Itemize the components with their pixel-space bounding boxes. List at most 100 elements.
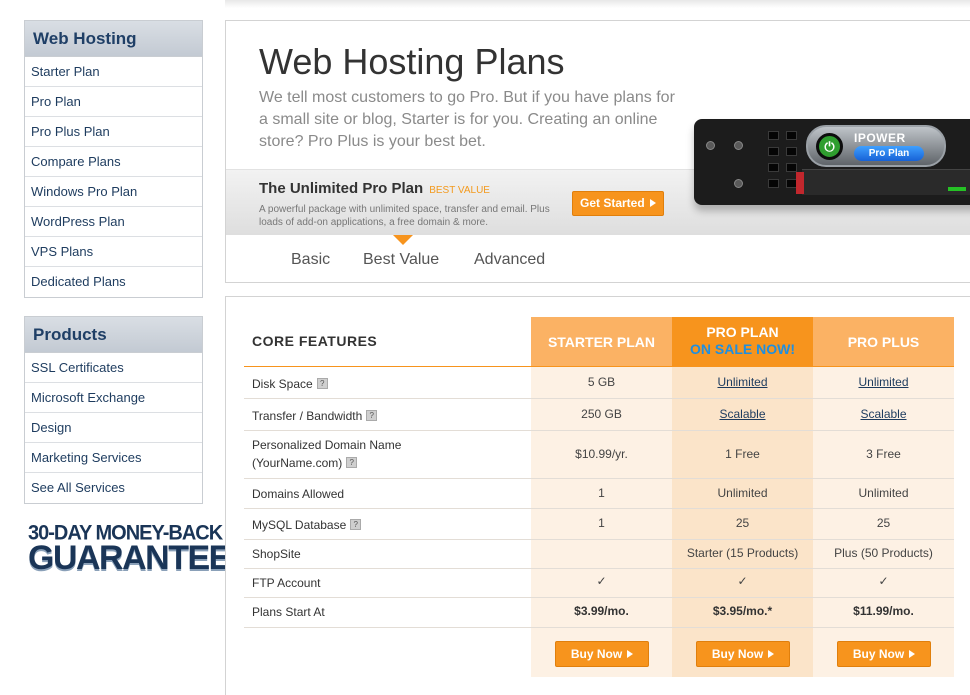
guarantee-line-1: 30-DAY MONEY-BACK	[28, 521, 223, 545]
best-value-tag: BEST VALUE	[429, 185, 490, 196]
cell-pro-link[interactable]: Unlimited	[672, 375, 813, 389]
get-started-button[interactable]: Get Started	[572, 191, 664, 216]
buy-now-pro-plus-button[interactable]: Buy Now	[837, 641, 931, 667]
top-shadow	[225, 0, 970, 8]
server-drive-bay	[796, 169, 970, 195]
table-row-domains-allowed: Domains Allowed 1 Unlimited Unlimited	[244, 479, 954, 509]
buy-now-pro-button[interactable]: Buy Now	[696, 641, 790, 667]
sidebar-item-microsoft-exchange[interactable]: Microsoft Exchange	[25, 383, 202, 413]
sidebar-item-vps-plans[interactable]: VPS Plans	[25, 237, 202, 267]
power-icon: ⏻	[816, 133, 843, 160]
checkmark-icon: ✓	[878, 574, 889, 588]
sidebar-item-wordpress-plan[interactable]: WordPress Plan	[25, 207, 202, 237]
cell-pro-plus: Plus (50 Products)	[834, 546, 933, 560]
table-row-mysql-database: MySQL Database? 1 25 25	[244, 509, 954, 540]
checkmark-icon: ✓	[737, 574, 748, 588]
price-pro-plus: $11.99/mo.	[853, 604, 914, 618]
sidebar-web-hosting: Web Hosting Starter Plan Pro Plan Pro Pl…	[24, 20, 203, 298]
sidebar-item-windows-pro-plan[interactable]: Windows Pro Plan	[25, 177, 202, 207]
cell-pro-link[interactable]: Scalable	[672, 407, 813, 421]
cell-starter: 5 GB	[587, 375, 616, 389]
cell-pro-plus-link[interactable]: Scalable	[813, 407, 954, 421]
get-started-label: Get Started	[580, 196, 645, 210]
screw-icon	[734, 141, 743, 150]
active-tab-pointer-icon	[393, 235, 413, 245]
price-pro: $3.95/mo.*	[712, 604, 773, 618]
feature-label: Transfer / Bandwidth?	[252, 407, 378, 425]
table-row-domain-name: Personalized Domain Name (YourName.com)?…	[244, 431, 954, 479]
cell-pro: 1 Free	[725, 447, 760, 461]
led-icon	[948, 187, 966, 191]
feature-label: Disk Space?	[252, 375, 328, 393]
column-header-pro: PRO PLAN ON SALE NOW!	[672, 317, 813, 367]
column-header-pro-plus: PRO PLUS	[813, 317, 954, 367]
feature-label: Plans Start At	[252, 605, 325, 619]
table-row-plans-start-at: Plans Start At $3.99/mo. $3.95/mo.* $11.…	[244, 598, 954, 628]
featured-plan-description: A powerful package with unlimited space,…	[259, 204, 550, 228]
price-starter: $3.99/mo.	[574, 604, 629, 618]
help-icon[interactable]: ?	[316, 378, 328, 389]
arrow-right-icon	[627, 650, 634, 658]
server-plan-label: Pro Plan	[854, 146, 924, 161]
sidebar-item-design[interactable]: Design	[25, 413, 202, 443]
cell-pro-plus: 3 Free	[866, 447, 901, 461]
featured-plan-name: The Unlimited Pro Plan	[259, 180, 424, 197]
cell-starter: 1	[598, 486, 605, 500]
sidebar-item-marketing-services[interactable]: Marketing Services	[25, 443, 202, 473]
tab-basic[interactable]: Basic	[291, 251, 330, 269]
table-row-ftp-account: FTP Account ✓ ✓ ✓	[244, 569, 954, 598]
sidebar-item-ssl-certificates[interactable]: SSL Certificates	[25, 353, 202, 383]
help-icon[interactable]: ?	[350, 519, 362, 530]
sidebar-item-compare-plans[interactable]: Compare Plans	[25, 147, 202, 177]
cell-pro-plus: Unlimited	[858, 486, 909, 500]
column-header-starter: STARTER PLAN	[531, 317, 672, 367]
feature-label: ShopSite	[252, 547, 301, 561]
sidebar-heading-products: Products	[25, 317, 202, 353]
cell-starter: 250 GB	[581, 407, 622, 421]
table-row-shopsite: ShopSite Starter (15 Products) Plus (50 …	[244, 540, 954, 569]
tab-advanced[interactable]: Advanced	[474, 251, 545, 269]
cell-starter: $10.99/yr.	[575, 447, 628, 461]
hero-description: We tell most customers to go Pro. But if…	[259, 89, 675, 150]
screw-icon	[706, 141, 715, 150]
arrow-right-icon	[649, 199, 656, 207]
hero-panel: Web Hosting Plans We tell most customers…	[225, 20, 970, 283]
feature-label: Personalized Domain Name (YourName.com)?	[252, 438, 402, 470]
sidebar-products: Products SSL Certificates Microsoft Exch…	[24, 316, 203, 504]
page-title: Web Hosting Plans	[259, 41, 565, 82]
table-row-disk-space: Disk Space? 5 GB Unlimited Unlimited	[244, 367, 954, 399]
cell-starter: 1	[598, 516, 605, 530]
tab-best-value[interactable]: Best Value	[363, 251, 439, 269]
feature-label: MySQL Database?	[252, 516, 362, 534]
money-back-guarantee-badge: 30-DAY MONEY-BACK GUARANTEE	[28, 521, 231, 577]
sidebar-item-see-all-services[interactable]: See All Services	[25, 473, 202, 503]
feature-label: FTP Account	[252, 576, 321, 590]
feature-label: Domains Allowed	[252, 487, 345, 501]
arrow-right-icon	[768, 650, 775, 658]
cell-pro: Unlimited	[717, 486, 768, 500]
help-icon[interactable]: ?	[346, 457, 358, 468]
server-badge: ⏻ IPOWER Pro Plan	[806, 125, 946, 167]
cell-pro: 25	[735, 516, 750, 530]
server-illustration: ⏻ IPOWER Pro Plan	[694, 119, 970, 205]
sidebar-item-pro-plus-plan[interactable]: Pro Plus Plan	[25, 117, 202, 147]
checkmark-icon: ✓	[596, 574, 607, 588]
pro-plan-name: PRO PLAN	[706, 324, 779, 340]
featured-plan-title: The Unlimited Pro Plan BEST VALUE	[259, 180, 490, 197]
buy-now-starter-button[interactable]: Buy Now	[555, 641, 649, 667]
feature-comparison-table: CORE FEATURES STARTER PLAN PRO PLAN ON S…	[225, 296, 970, 695]
on-sale-badge: ON SALE NOW!	[690, 341, 795, 357]
guarantee-line-2: GUARANTEE	[28, 539, 231, 577]
plan-tabs: Basic Best Value Advanced	[226, 235, 970, 282]
help-icon[interactable]: ?	[366, 410, 378, 421]
server-brand: IPOWER	[854, 131, 906, 145]
table-row-transfer-bandwidth: Transfer / Bandwidth? 250 GB Scalable Sc…	[244, 399, 954, 431]
screw-icon	[734, 179, 743, 188]
cell-pro-plus-link[interactable]: Unlimited	[813, 375, 954, 389]
cell-pro: Starter (15 Products)	[686, 546, 799, 560]
sidebar-item-pro-plan[interactable]: Pro Plan	[25, 87, 202, 117]
arrow-right-icon	[909, 650, 916, 658]
sidebar-item-starter-plan[interactable]: Starter Plan	[25, 57, 202, 87]
sidebar-heading-web-hosting: Web Hosting	[25, 21, 202, 57]
sidebar-item-dedicated-plans[interactable]: Dedicated Plans	[25, 267, 202, 297]
